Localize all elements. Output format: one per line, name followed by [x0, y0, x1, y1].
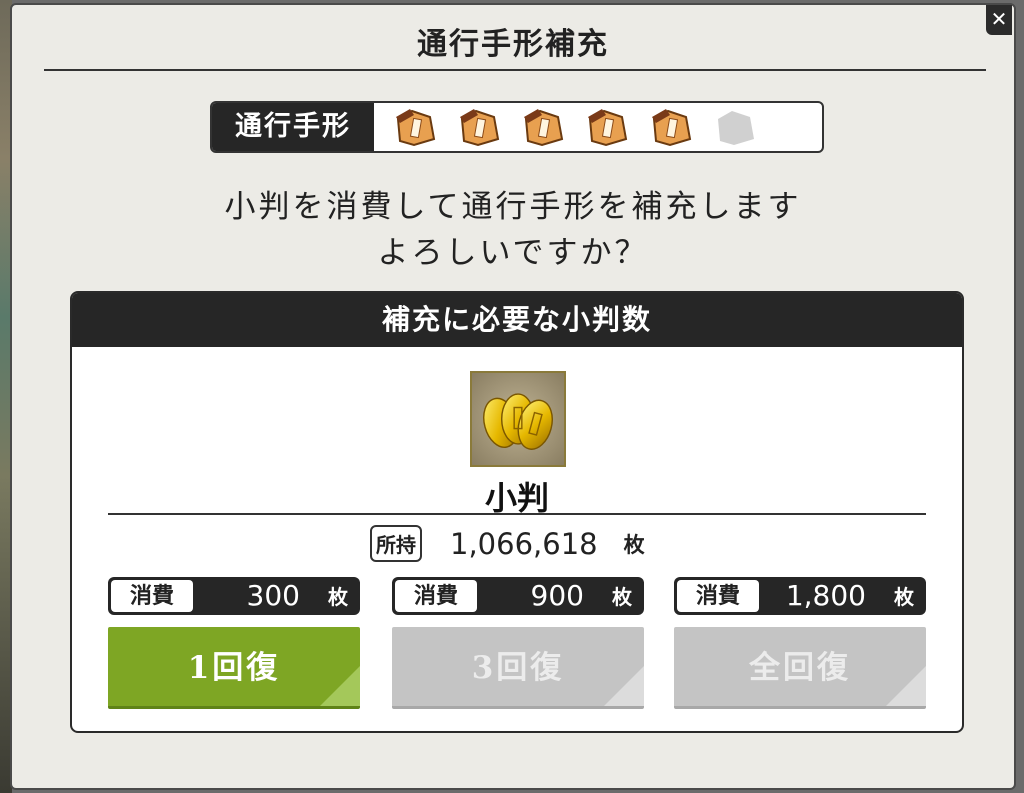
recover-1-label: 1回復 — [187, 650, 281, 686]
owned-row: 所持 1,066,618 枚 — [370, 525, 645, 562]
cost-value: 900 — [530, 579, 584, 612]
cost-row-all: 消費 1,800 枚 — [674, 577, 926, 615]
cost-label: 消費 — [111, 580, 193, 612]
button-corner-decoration — [886, 666, 926, 706]
cost-row-3: 消費 900 枚 — [392, 577, 644, 615]
pass-status-bar: 通行手形 — [210, 101, 824, 153]
pass-filled-icon — [588, 109, 628, 147]
koban-coin-icon — [470, 371, 566, 467]
cost-unit: 枚 — [612, 585, 632, 609]
confirm-message-line2: よろしいですか？ — [377, 235, 649, 271]
pass-filled-icon — [524, 109, 564, 147]
item-divider — [108, 513, 926, 515]
owned-value: 1,066,618 — [450, 526, 598, 561]
cost-row-1: 消費 300 枚 — [108, 577, 360, 615]
cost-value: 300 — [246, 579, 300, 612]
pass-filled-icon — [652, 109, 692, 147]
pass-empty-icon — [718, 111, 754, 145]
cost-panel: 補充に必要な小判数 小判 所持 1,066,618 枚 消費 300 枚 1回復… — [70, 291, 964, 733]
recover-1-button[interactable]: 1回復 — [108, 627, 360, 709]
owned-label: 所持 — [370, 525, 422, 562]
pass-icons — [390, 105, 760, 149]
recover-all-label: 全回復 — [749, 650, 851, 686]
button-corner-decoration — [320, 666, 360, 706]
cost-unit: 枚 — [328, 585, 348, 609]
cost-panel-header: 補充に必要な小判数 — [72, 293, 962, 347]
recover-all-button[interactable]: 全回復 — [674, 627, 926, 709]
recover-3-label: 3回復 — [471, 650, 565, 686]
button-corner-decoration — [604, 666, 644, 706]
confirm-message-line1: 小判を消費して通行手形を補充します — [224, 189, 802, 225]
cost-value: 1,800 — [785, 579, 866, 612]
cost-label: 消費 — [677, 580, 759, 612]
pass-label: 通行手形 — [212, 103, 374, 151]
cost-unit: 枚 — [894, 585, 914, 609]
owned-unit: 枚 — [623, 531, 645, 557]
recover-3-button[interactable]: 3回復 — [392, 627, 644, 709]
title-divider — [44, 69, 986, 71]
cost-label: 消費 — [395, 580, 477, 612]
pass-filled-icon — [396, 109, 436, 147]
refill-dialog: ✕ 通行手形補充 通行手形 小判を消費して通行手形を補充します よろしいですか？… — [10, 3, 1016, 790]
dialog-title: 通行手形補充 — [417, 27, 609, 62]
pass-filled-icon — [460, 109, 500, 147]
